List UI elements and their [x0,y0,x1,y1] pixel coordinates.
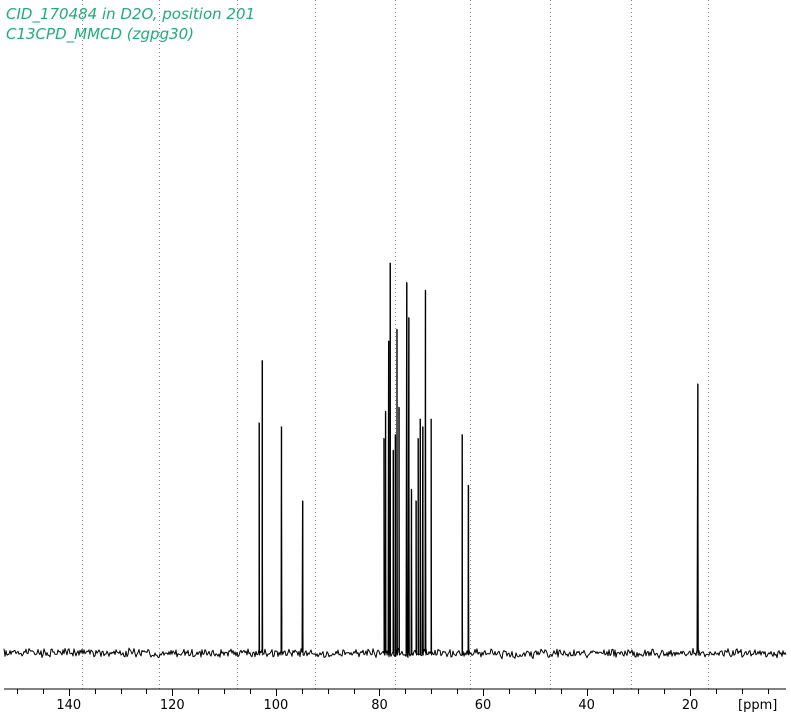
x-tick-label: 100 [263,698,288,713]
x-tick-label: 60 [475,698,492,713]
x-axis-ticks [17,689,769,696]
spectrum-title: CID_170484 in D2O, position 201 [6,5,256,23]
x-tick-label: 120 [160,698,185,713]
x-tick-label: 20 [682,698,699,713]
x-tick-label: 140 [56,698,81,713]
nmr-spectrum-chart: [ppm] 140 120 100 80 60 40 20 [3,0,787,713]
peak-marks [258,263,699,653]
x-tick-label: 40 [578,698,595,713]
x-tick-label: 80 [371,698,388,713]
x-axis-unit-label: [ppm] [738,698,777,713]
x-axis-tick-labels: 140 120 100 80 60 40 20 [56,698,698,713]
spectrum-subtitle: C13CPD_MMCD (zgpg30) [6,25,195,43]
